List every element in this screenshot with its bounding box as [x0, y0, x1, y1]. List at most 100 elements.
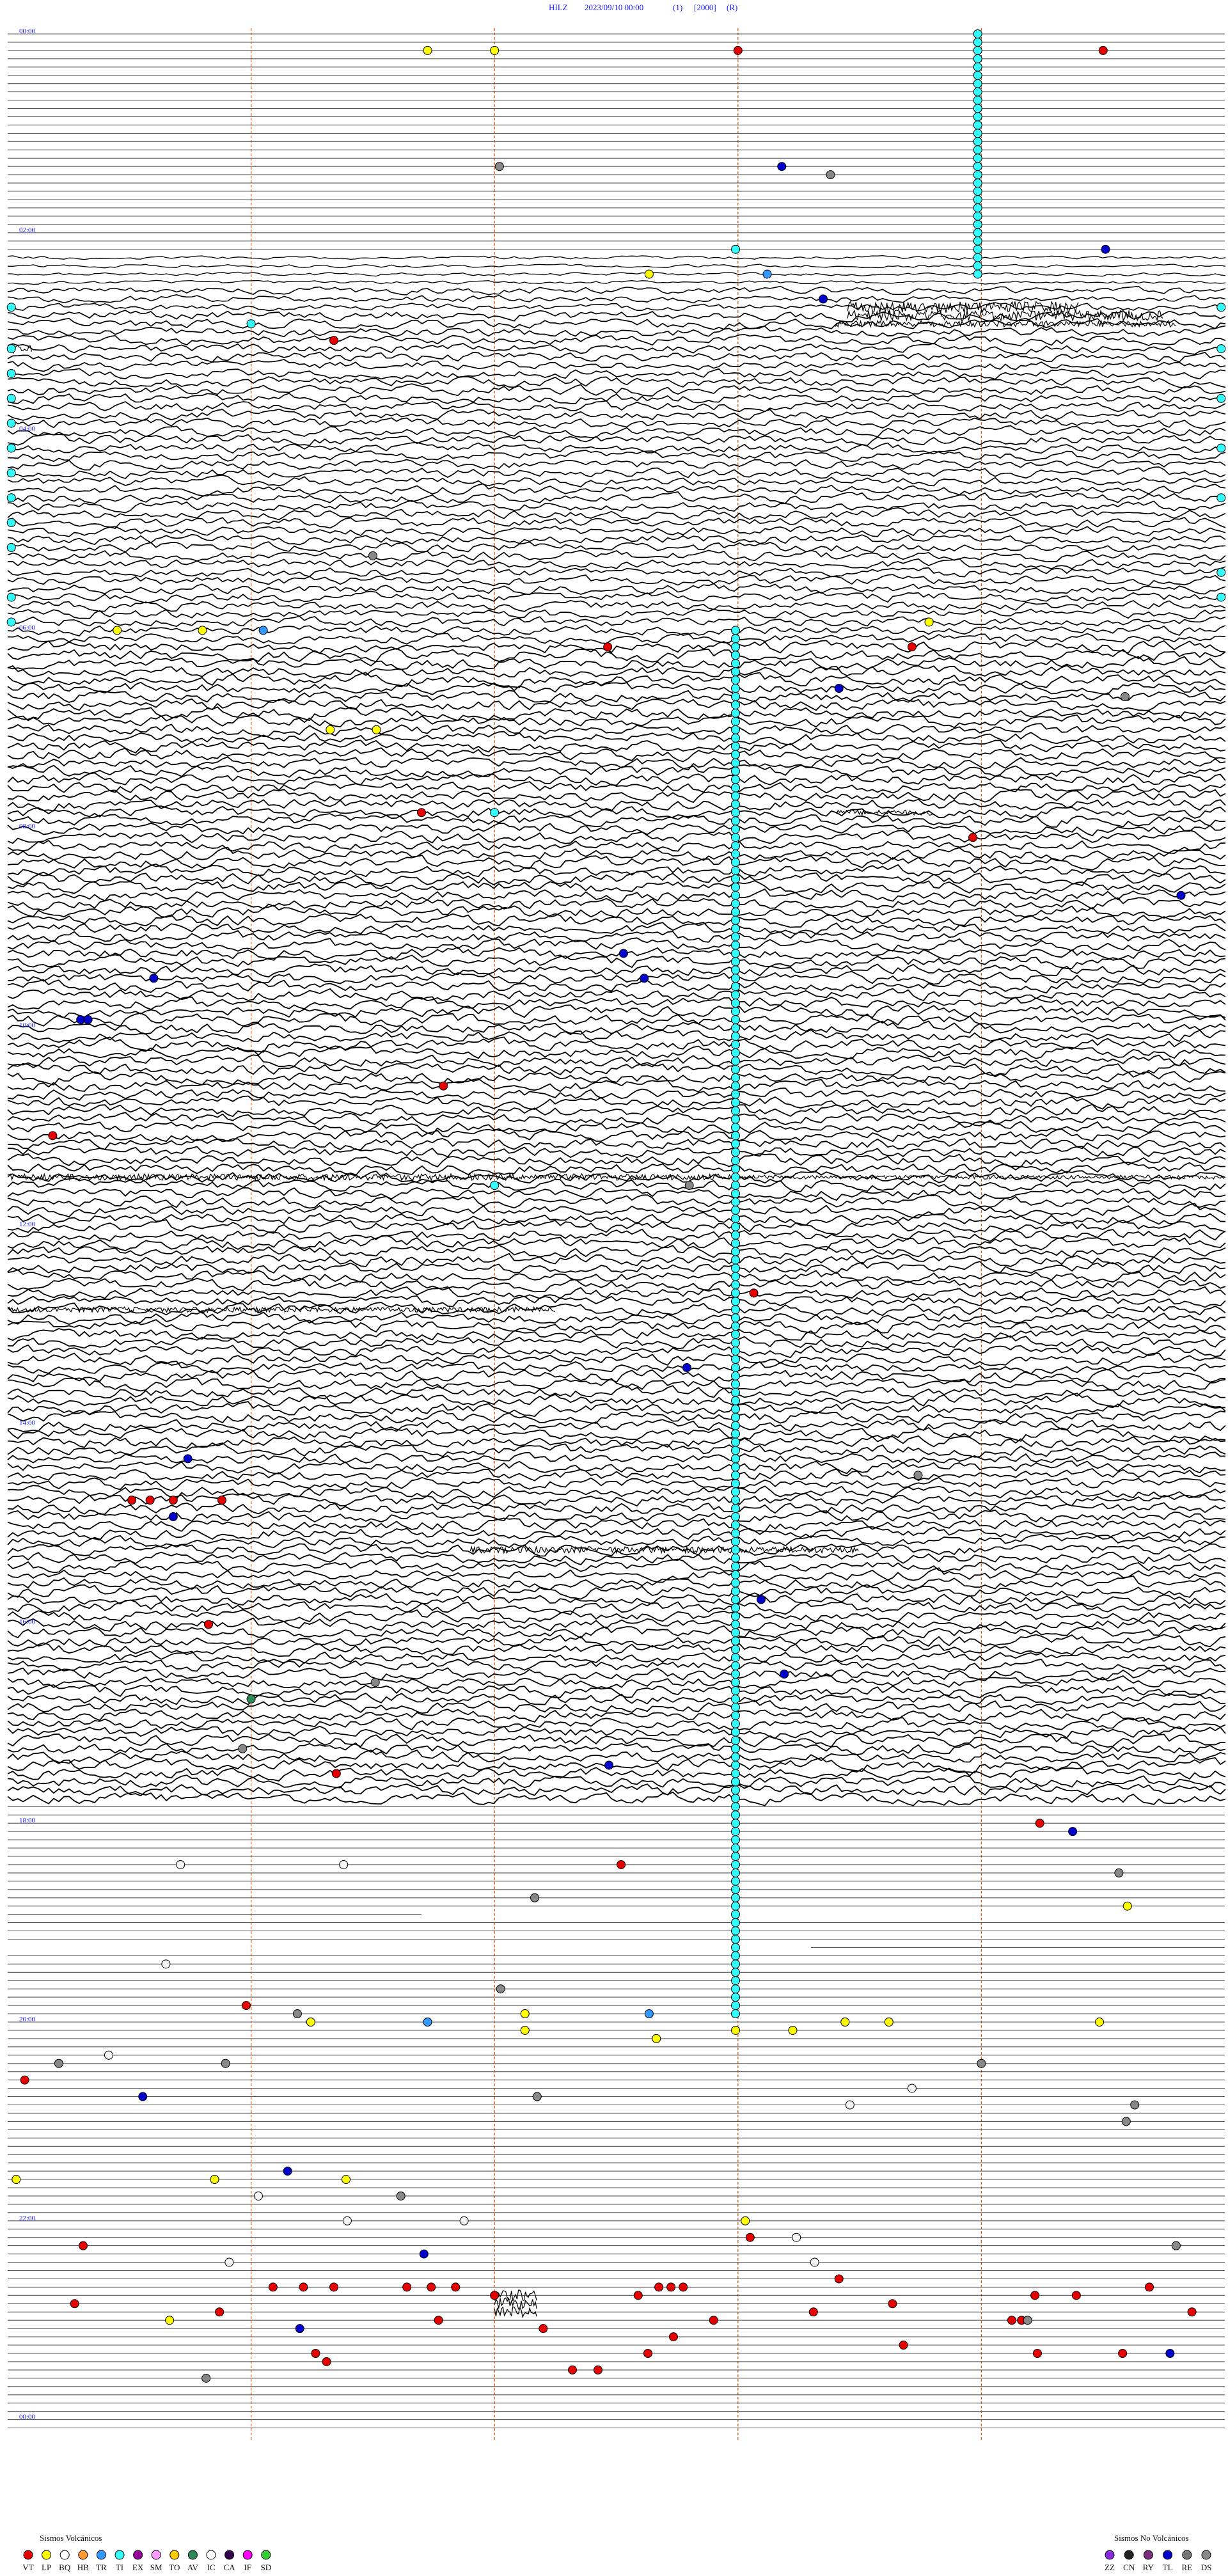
event-marker-ti — [730, 659, 740, 668]
event-marker-ti — [730, 1959, 740, 1969]
event-marker-ds — [368, 551, 377, 560]
event-marker-ti — [973, 104, 982, 113]
event-marker-vt — [168, 1496, 178, 1505]
event-marker-tr — [762, 269, 772, 279]
event-marker-ti — [730, 907, 740, 917]
trace-row — [7, 1252, 1226, 1267]
event-marker-ds — [1121, 2117, 1131, 2126]
trace-row — [7, 706, 1226, 722]
event-marker-ti — [730, 1636, 740, 1646]
event-marker-ti — [730, 1702, 740, 1712]
event-marker-ds — [396, 2191, 405, 2201]
hour-label: 08:00 — [19, 823, 36, 830]
event-marker-lp — [520, 2025, 530, 2035]
event-marker-vt — [633, 2291, 643, 2300]
event-marker-ti — [730, 1512, 740, 1522]
legend-item-cn: CN — [1123, 2550, 1135, 2572]
trace-row — [7, 755, 1226, 771]
event-marker-vt — [709, 2316, 718, 2325]
legend-item-ic: IC — [206, 2550, 216, 2572]
trace-row — [7, 1659, 1226, 1673]
event-marker-ti — [730, 965, 740, 975]
trace-row — [7, 1533, 1226, 1549]
event-marker-ds — [532, 2092, 542, 2101]
event-marker-lp — [730, 2025, 740, 2035]
event-marker-ti — [730, 626, 740, 635]
trace-row — [7, 897, 1226, 911]
event-marker-ti — [730, 1586, 740, 1596]
event-marker-tl — [149, 974, 159, 983]
event-marker-ti — [730, 1396, 740, 1405]
event-marker-ti — [730, 999, 740, 1008]
event-marker-lp — [840, 2018, 850, 2027]
event-marker-ti — [730, 783, 740, 793]
event-marker-vt — [329, 2282, 339, 2292]
event-marker-ti — [730, 1272, 740, 1281]
event-marker-ti — [730, 684, 740, 693]
legend-item-if: IF — [242, 2550, 253, 2572]
event-marker-tl — [682, 1363, 691, 1372]
event-marker-ti — [1216, 344, 1226, 354]
event-marker-ds — [370, 1678, 380, 1687]
event-marker-ti — [730, 841, 740, 851]
event-marker-ti — [973, 120, 982, 130]
trace-row — [7, 1368, 1226, 1383]
legend-volcanic: Sismos Volcánicos VT LP BQ HB TR TI EX SM TO AV IC… — [22, 2533, 271, 2572]
trace-row — [7, 1103, 1225, 1118]
legend-label: IF — [244, 2563, 251, 2572]
legend-label: AV — [187, 2563, 199, 2572]
trace-row — [7, 665, 1226, 679]
event-marker-ic — [810, 2257, 819, 2267]
event-marker-vt — [1145, 2282, 1154, 2292]
legend-item-re: RE — [1181, 2550, 1192, 2572]
event-marker-ds — [494, 162, 504, 171]
trace-row — [7, 922, 1226, 935]
trace-row — [7, 640, 1226, 654]
event-marker-ti — [730, 1347, 740, 1356]
event-marker-vt — [603, 642, 613, 652]
event-marker-ti — [730, 1835, 740, 1845]
event-marker-ti — [973, 79, 982, 88]
event-marker-vt — [70, 2299, 79, 2309]
event-marker-vt — [217, 1496, 226, 1505]
trace-row — [7, 913, 1226, 928]
event-marker-tr — [644, 2009, 654, 2019]
event-marker-vt — [268, 2282, 278, 2292]
event-marker-ti — [973, 178, 982, 188]
trace-row — [7, 590, 1226, 604]
burst-segment — [847, 309, 1163, 322]
event-marker-ti — [730, 1305, 740, 1315]
trace-row — [7, 739, 1226, 754]
trace-row — [7, 1725, 1226, 1739]
event-marker-ti — [973, 162, 982, 171]
event-marker-vt — [322, 2357, 331, 2366]
event-marker-ds — [1120, 692, 1130, 701]
trace-row — [7, 681, 1226, 695]
event-marker-ti — [973, 137, 982, 146]
event-marker-ti — [973, 253, 982, 262]
event-marker-vt — [20, 2075, 29, 2085]
legend-item-ca: CA — [224, 2550, 235, 2572]
legend-item-av: AV — [187, 2550, 199, 2572]
event-marker-vt — [666, 2282, 676, 2292]
event-marker-vt — [643, 2349, 652, 2358]
legend-swatch — [133, 2550, 143, 2560]
event-marker-ti — [973, 219, 982, 229]
trace-row — [7, 433, 1226, 446]
event-marker-ti — [730, 1578, 740, 1588]
event-marker-ti — [730, 1653, 740, 1663]
event-marker-ti — [730, 1015, 740, 1025]
trace-row — [7, 889, 1226, 903]
trace-row — [7, 1609, 1226, 1624]
legend-label: SD — [260, 2563, 271, 2572]
trace-row — [7, 1012, 1226, 1027]
event-marker-ti — [730, 1819, 740, 1828]
event-marker-tl — [183, 1454, 193, 1464]
event-marker-ti — [730, 1711, 740, 1720]
trace-row — [7, 1054, 1226, 1068]
event-marker-ti — [730, 1951, 740, 1961]
event-marker-ti — [730, 1901, 740, 1911]
trace-row — [7, 788, 1226, 803]
event-marker-ti — [730, 1454, 740, 1464]
event-marker-ti — [730, 1429, 740, 1439]
